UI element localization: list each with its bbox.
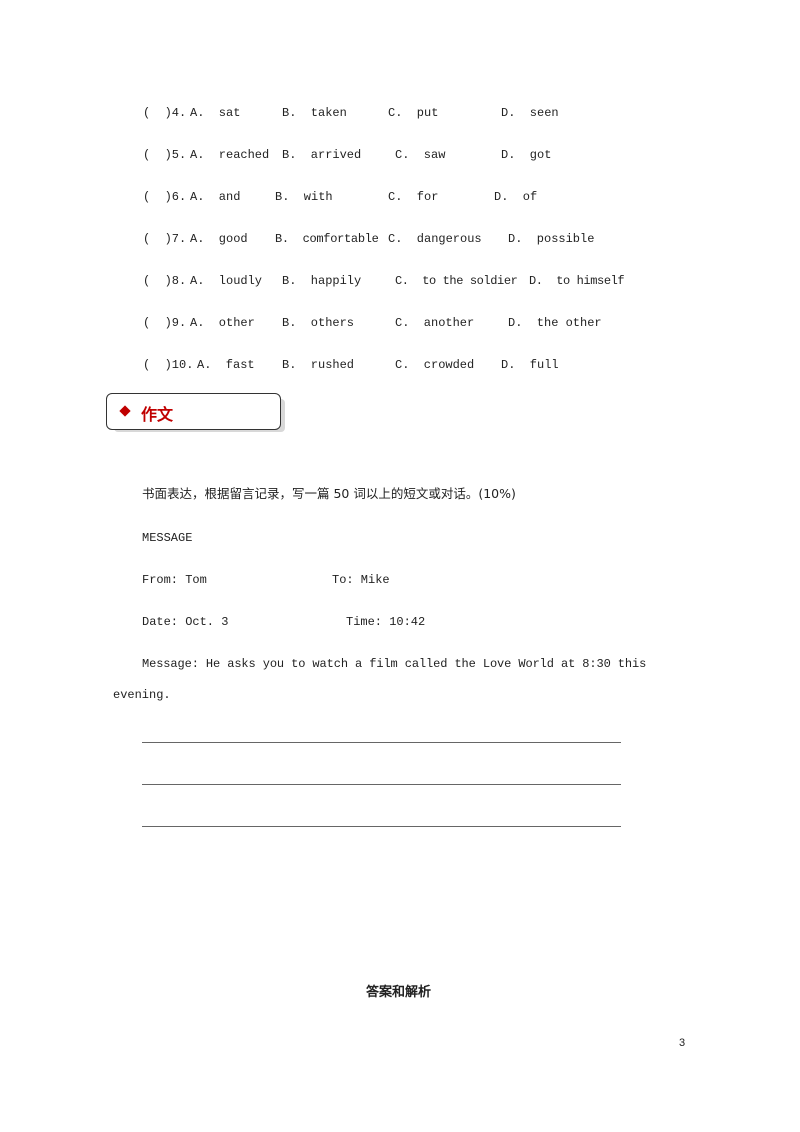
option-c: C. put: [388, 106, 439, 120]
option-c: C. to the soldier: [395, 274, 518, 288]
option-d: D. the other: [508, 316, 602, 330]
question-number: ( )7.: [143, 232, 187, 246]
option-a: A. fast: [197, 358, 255, 372]
option-d: D. got: [501, 148, 552, 162]
message-to: To: Mike: [332, 573, 390, 587]
option-d: D. full: [501, 358, 559, 372]
message-date: Date: Oct. 3: [142, 615, 229, 629]
option-c: C. dangerous: [388, 232, 482, 246]
message-body-line1: Message: He asks you to watch a film cal…: [142, 657, 647, 671]
answer-line: [142, 784, 621, 785]
question-10: ( )10. A. fast B. rushed C. crowded D. f…: [0, 357, 800, 373]
option-c: C. another: [395, 316, 475, 330]
question-6: ( )6. A. and B. with C. for D. of: [0, 189, 800, 205]
option-a: A. and: [190, 190, 241, 204]
question-9: ( )9. A. other B. others C. another D. t…: [0, 315, 800, 331]
option-d: D. of: [494, 190, 538, 204]
diamond-icon: [119, 405, 131, 417]
option-b: B. rushed: [282, 358, 355, 372]
question-number: ( )9.: [143, 316, 187, 330]
option-a: A. reached: [190, 148, 270, 162]
option-d: D. possible: [508, 232, 595, 246]
writing-instruction: 书面表达，根据留言记录，写一篇 50 词以上的短文或对话。(10%): [142, 486, 516, 501]
option-d: D. to himself: [529, 274, 625, 288]
option-a: A. good: [190, 232, 248, 246]
option-b: B. taken: [282, 106, 347, 120]
message-body-line2: evening.: [113, 688, 171, 702]
section-header-composition: 作文: [106, 393, 281, 430]
message-heading: MESSAGE: [142, 531, 193, 545]
answer-line: [142, 742, 621, 743]
question-number: ( )10.: [143, 358, 194, 372]
option-a: A. sat: [190, 106, 241, 120]
option-a: A. other: [190, 316, 255, 330]
answer-line: [142, 826, 621, 827]
option-c: C. crowded: [395, 358, 475, 372]
option-d: D. seen: [501, 106, 559, 120]
message-time: Time: 10:42: [346, 615, 426, 629]
answers-heading: 答案和解析: [366, 985, 432, 1000]
question-4: ( )4. A. sat B. taken C. put D. seen: [0, 105, 800, 121]
option-b: B. with: [275, 190, 333, 204]
option-b: B. happily: [282, 274, 362, 288]
option-a: A. loudly: [190, 274, 263, 288]
question-number: ( )8.: [143, 274, 187, 288]
question-8: ( )8. A. loudly B. happily C. to the sol…: [0, 273, 800, 289]
section-title: 作文: [141, 405, 174, 424]
option-b: B. others: [282, 316, 355, 330]
option-b: B. arrived: [282, 148, 362, 162]
message-from: From: Tom: [142, 573, 207, 587]
option-c: C. saw: [395, 148, 446, 162]
question-number: ( )6.: [143, 190, 187, 204]
option-c: C. for: [388, 190, 439, 204]
question-number: ( )4.: [143, 106, 187, 120]
option-b: B. comfortable: [275, 232, 379, 246]
question-7: ( )7. A. good B. comfortable C. dangerou…: [0, 231, 800, 247]
question-5: ( )5. A. reached B. arrived C. saw D. go…: [0, 147, 800, 163]
page-number: 3: [679, 1037, 686, 1049]
question-number: ( )5.: [143, 148, 187, 162]
